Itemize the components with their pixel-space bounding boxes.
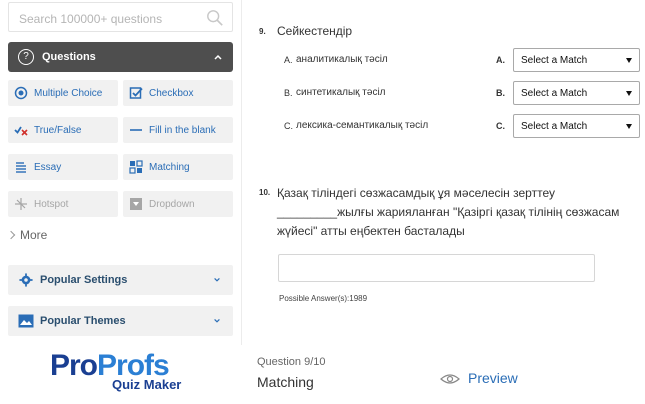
more-label: More [20, 228, 48, 242]
match-select-a[interactable]: Select a Match [513, 48, 640, 72]
chevron-down-icon [214, 318, 220, 323]
hotspot-icon [15, 198, 27, 210]
question-10-text: Қазақ тіліндегі сөзжасамдық ұя мәселесін… [277, 186, 620, 238]
tile-label: Fill in the blank [149, 125, 216, 136]
question-type-matching[interactable]: Matching [123, 154, 233, 180]
sidebar-divider [241, 0, 242, 345]
item-prefix: C. [284, 121, 293, 131]
question-type-true-false[interactable]: True/False [8, 117, 118, 143]
radio-icon [14, 86, 28, 100]
tile-label: Dropdown [149, 199, 195, 210]
search-placeholder: Search 100000+ questions [19, 12, 163, 26]
match-select-b[interactable]: Select a Match [513, 81, 640, 105]
dropdown-arrow-icon [626, 124, 632, 129]
essay-icon [16, 162, 26, 173]
match-row-a: A. аналитикалық тәсіл A. Select a Match [284, 48, 644, 72]
match-letter: B. [496, 88, 505, 98]
image-icon [18, 314, 34, 328]
tile-label: Essay [34, 162, 62, 173]
match-item: лексика-семантикалық тәсіл [296, 120, 429, 131]
preview-label: Preview [468, 370, 518, 386]
select-value: Select a Match [521, 121, 588, 132]
question-mark-icon: ? [18, 49, 34, 65]
search-input[interactable]: Search 100000+ questions [8, 2, 233, 32]
select-value: Select a Match [521, 55, 588, 66]
question-type-fill-in-blank[interactable]: Fill in the blank [123, 117, 233, 143]
proprofs-logo: ProProfs Quiz Maker [50, 349, 200, 395]
question-type-checkbox[interactable]: Checkbox [123, 80, 233, 106]
match-item: аналитикалық тәсіл [296, 54, 388, 65]
chevron-right-icon [6, 230, 16, 240]
popular-themes-label: Popular Themes [40, 315, 126, 327]
match-row-b: B. синтетикалық тәсіл B. Select a Match [284, 81, 644, 105]
questions-panel-title: Questions [42, 51, 96, 63]
match-row-c: C. лексика-семантикалық тәсіл C. Select … [284, 114, 644, 138]
eye-icon [440, 374, 460, 384]
questions-panel-header[interactable]: ? Questions [8, 42, 233, 72]
match-select-c[interactable]: Select a Match [513, 114, 640, 138]
tile-label: Matching [149, 162, 190, 173]
select-value: Select a Match [521, 88, 588, 99]
chevron-down-icon [214, 277, 220, 282]
search-icon[interactable] [206, 9, 224, 27]
match-item: синтетикалық тәсіл [296, 87, 386, 98]
question-type-dropdown[interactable]: Dropdown [123, 191, 233, 217]
logo-subtitle: Quiz Maker [112, 377, 182, 392]
dash-icon [130, 129, 142, 131]
question-counter: Question 9/10 [257, 356, 326, 368]
question-sidebar: Search 100000+ questions ? Questions Mul… [0, 0, 240, 404]
checkbox-icon [129, 87, 143, 99]
answer-input[interactable] [278, 254, 595, 282]
question-type-multiple-choice[interactable]: Multiple Choice [8, 80, 118, 106]
question-9-number: 9. [259, 27, 266, 36]
question-type-essay[interactable]: Essay [8, 154, 118, 180]
popular-themes-panel[interactable]: Popular Themes [8, 306, 233, 336]
question-10-number: 10. [259, 188, 271, 197]
question-9-text: Сейкестендір [277, 24, 353, 38]
tile-label: Checkbox [149, 88, 194, 99]
tile-label: Hotspot [34, 199, 69, 210]
match-letter: A. [496, 55, 505, 65]
gear-icon [19, 273, 33, 287]
dropdown-icon [130, 198, 142, 210]
logo-part-1: Pro [50, 349, 98, 382]
question-type-label: Matching [257, 374, 314, 390]
question-type-hotspot[interactable]: Hotspot [8, 191, 118, 217]
popular-settings-panel[interactable]: Popular Settings [8, 265, 233, 295]
check-x-icon [14, 126, 28, 136]
dropdown-arrow-icon [626, 58, 632, 63]
more-link[interactable]: More [6, 228, 48, 242]
chevron-up-icon [214, 54, 222, 60]
dropdown-arrow-icon [626, 91, 632, 96]
match-letter: C. [496, 121, 505, 131]
possible-answers: Possible Answer(s):1989 [279, 294, 368, 303]
tile-label: Multiple Choice [34, 88, 103, 99]
tile-label: True/False [34, 125, 82, 136]
item-prefix: A. [284, 55, 293, 65]
matching-icon [129, 160, 143, 174]
popular-settings-label: Popular Settings [40, 274, 128, 286]
item-prefix: B. [284, 88, 293, 98]
